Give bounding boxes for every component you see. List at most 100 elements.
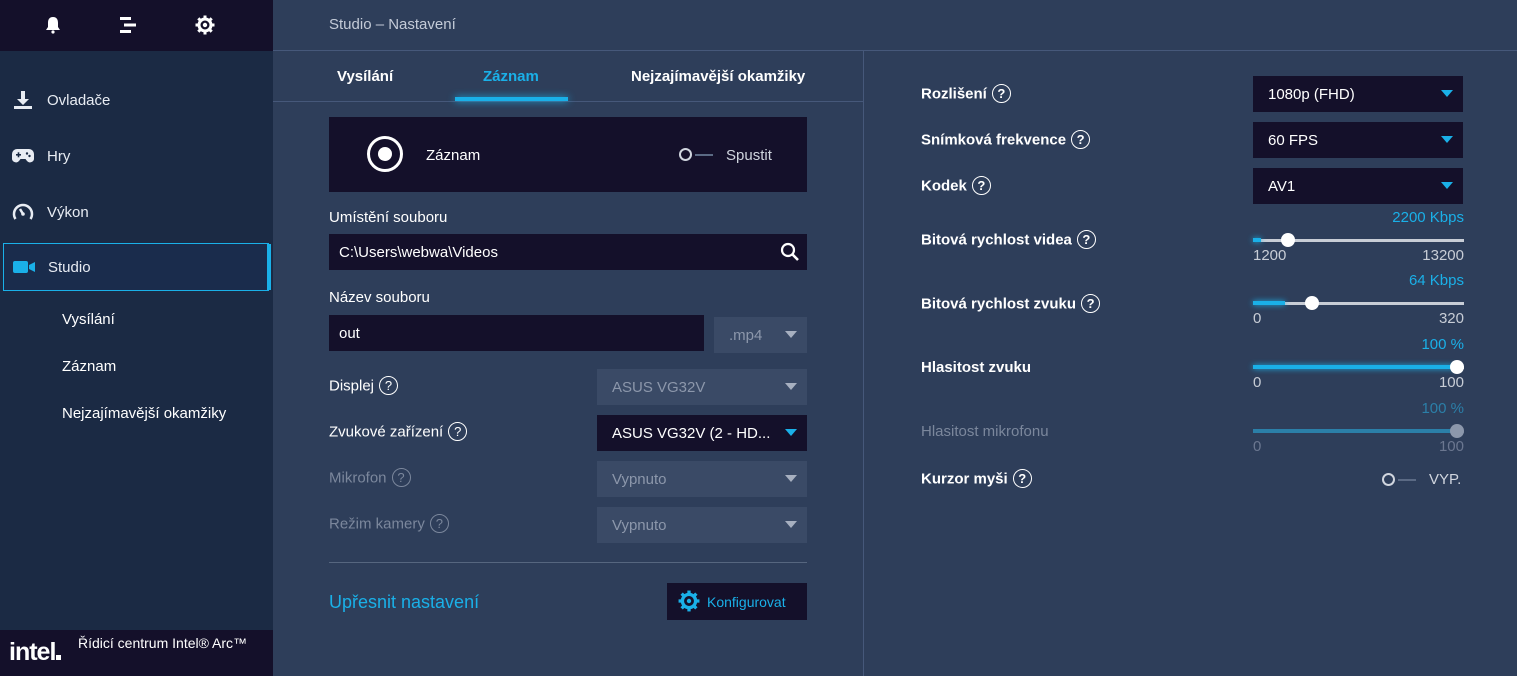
help-icon[interactable]: ? xyxy=(379,376,399,395)
resolution-select[interactable]: 1080p (FHD) xyxy=(1253,76,1463,112)
chevron-down-icon xyxy=(785,383,797,390)
mic-volume-slider[interactable]: 100 % 0 100 xyxy=(1253,400,1464,455)
audio-volume-value: 100 % xyxy=(1421,336,1464,353)
audio-volume-label: Hlasitost zvuku xyxy=(921,359,1032,376)
chevron-down-icon xyxy=(785,475,797,482)
help-icon[interactable]: ? xyxy=(1081,294,1101,313)
tabs-divider xyxy=(273,101,863,102)
sidebar-item-label: Výkon xyxy=(47,203,89,221)
tasks-icon[interactable] xyxy=(116,13,140,37)
microphone-value: Vypnuto xyxy=(612,471,667,488)
codec-value: AV1 xyxy=(1268,178,1296,195)
help-icon[interactable]: ? xyxy=(391,468,411,487)
video-bitrate-max: 13200 xyxy=(1422,247,1464,264)
resolution-label: Rozlišení? xyxy=(921,84,1011,104)
mouse-cursor-toggle[interactable] xyxy=(1382,473,1416,487)
video-bitrate-slider[interactable]: 2200 Kbps 1200 13200 xyxy=(1253,209,1464,264)
video-bitrate-label: Bitová rychlost videa? xyxy=(921,230,1096,250)
help-icon[interactable]: ? xyxy=(991,84,1011,103)
codec-select[interactable]: AV1 xyxy=(1253,168,1463,204)
framerate-label: Snímková frekvence? xyxy=(921,130,1091,150)
sidebar-subitem-highlights[interactable]: Nejzajímavější okamžiky xyxy=(62,405,226,422)
help-icon[interactable]: ? xyxy=(448,422,468,441)
sidebar-footer: intel Řídicí centrum Intel® Arc™ xyxy=(0,630,273,676)
tab-recording[interactable]: Záznam xyxy=(483,68,539,85)
sidebar-item-games[interactable]: Hry xyxy=(0,133,273,179)
slider-thumb[interactable] xyxy=(1305,296,1319,310)
audio-volume-slider[interactable]: 100 % 0 100 xyxy=(1253,336,1464,391)
search-icon[interactable] xyxy=(780,242,800,262)
file-location-input[interactable]: C:\Users\webwa\Videos xyxy=(329,234,807,270)
chevron-down-icon xyxy=(785,429,797,436)
mic-volume-min: 0 xyxy=(1253,438,1262,455)
display-value: ASUS VG32V xyxy=(612,379,706,396)
gamepad-icon xyxy=(11,144,35,168)
sidebar-item-performance[interactable]: Výkon xyxy=(0,189,273,235)
camera-mode-select[interactable]: Vypnuto xyxy=(597,507,807,543)
file-name-input[interactable]: out xyxy=(329,315,704,351)
sidebar-item-studio[interactable]: Studio xyxy=(3,243,271,291)
slider-fill xyxy=(1253,301,1285,305)
sidebar-subitem-streaming[interactable]: Vysílání xyxy=(62,311,115,328)
audio-bitrate-value: 64 Kbps xyxy=(1408,272,1464,289)
slider-thumb[interactable] xyxy=(1450,360,1464,374)
intel-logo: intel xyxy=(9,638,62,667)
audio-bitrate-slider[interactable]: 64 Kbps 0 320 xyxy=(1253,272,1464,327)
mouse-cursor-toggle-label: VYP. xyxy=(1429,471,1462,488)
header: Studio – Nastavení xyxy=(273,0,1517,51)
record-label: Záznam xyxy=(426,147,481,164)
file-name-label: Název souboru xyxy=(329,289,430,306)
help-icon[interactable]: ? xyxy=(1071,130,1091,149)
record-panel: Záznam Spustit xyxy=(329,117,807,192)
advanced-settings-link[interactable]: Upřesnit nastavení xyxy=(329,592,479,613)
sidebar-item-label: Studio xyxy=(48,258,91,276)
camera-icon xyxy=(12,255,36,279)
tab-streaming[interactable]: Vysílání xyxy=(337,68,393,85)
audio-volume-min: 0 xyxy=(1253,374,1262,391)
display-select[interactable]: ASUS VG32V xyxy=(597,369,807,405)
configure-button-label: Konfigurovat xyxy=(707,594,786,610)
framerate-select[interactable]: 60 FPS xyxy=(1253,122,1463,158)
gear-icon xyxy=(678,590,700,612)
framerate-value: 60 FPS xyxy=(1268,132,1319,149)
configure-button[interactable]: Konfigurovat xyxy=(667,583,807,620)
slider-fill xyxy=(1253,429,1454,433)
camera-mode-label: Režim kamery? xyxy=(329,514,449,534)
sidebar-subitem-recording[interactable]: Záznam xyxy=(62,358,116,375)
file-extension-value: .mp4 xyxy=(729,327,763,344)
tab-highlights[interactable]: Nejzajímavější okamžiky xyxy=(631,68,805,85)
help-icon[interactable]: ? xyxy=(429,514,449,533)
bell-icon[interactable] xyxy=(41,13,65,37)
speedometer-icon xyxy=(11,200,35,224)
file-extension-select[interactable]: .mp4 xyxy=(714,317,807,353)
gear-icon[interactable] xyxy=(193,13,217,37)
microphone-select[interactable]: Vypnuto xyxy=(597,461,807,497)
sidebar-item-label: Ovladače xyxy=(47,91,111,109)
resolution-value: 1080p (FHD) xyxy=(1268,86,1355,103)
microphone-label: Mikrofon? xyxy=(329,468,411,488)
chevron-down-icon xyxy=(1441,90,1453,97)
audio-bitrate-min: 0 xyxy=(1253,310,1262,327)
audio-device-select[interactable]: ASUS VG32V (2 - HD... xyxy=(597,415,807,451)
slider-thumb[interactable] xyxy=(1450,424,1464,438)
slider-thumb[interactable] xyxy=(1281,233,1295,247)
help-icon[interactable]: ? xyxy=(1012,469,1032,488)
audio-device-value: ASUS VG32V (2 - HD... xyxy=(612,425,771,442)
help-icon[interactable]: ? xyxy=(1076,230,1096,249)
form-divider xyxy=(329,562,807,563)
help-icon[interactable]: ? xyxy=(971,176,991,195)
mic-volume-max: 100 xyxy=(1438,438,1464,455)
record-toggle-label: Spustit xyxy=(726,147,772,164)
video-bitrate-value: 2200 Kbps xyxy=(1392,209,1464,226)
chevron-down-icon xyxy=(785,331,797,338)
video-bitrate-min: 1200 xyxy=(1253,247,1287,264)
breadcrumb: Studio – Nastavení xyxy=(329,16,456,33)
record-toggle[interactable] xyxy=(679,148,713,162)
sidebar-item-drivers[interactable]: Ovladače xyxy=(0,77,273,123)
audio-volume-max: 100 xyxy=(1438,374,1464,391)
mic-volume-label: Hlasitost mikrofonu xyxy=(921,423,1049,440)
record-icon[interactable] xyxy=(367,136,403,172)
file-name-value: out xyxy=(339,325,360,342)
audio-bitrate-max: 320 xyxy=(1438,310,1464,327)
download-icon xyxy=(11,88,35,112)
